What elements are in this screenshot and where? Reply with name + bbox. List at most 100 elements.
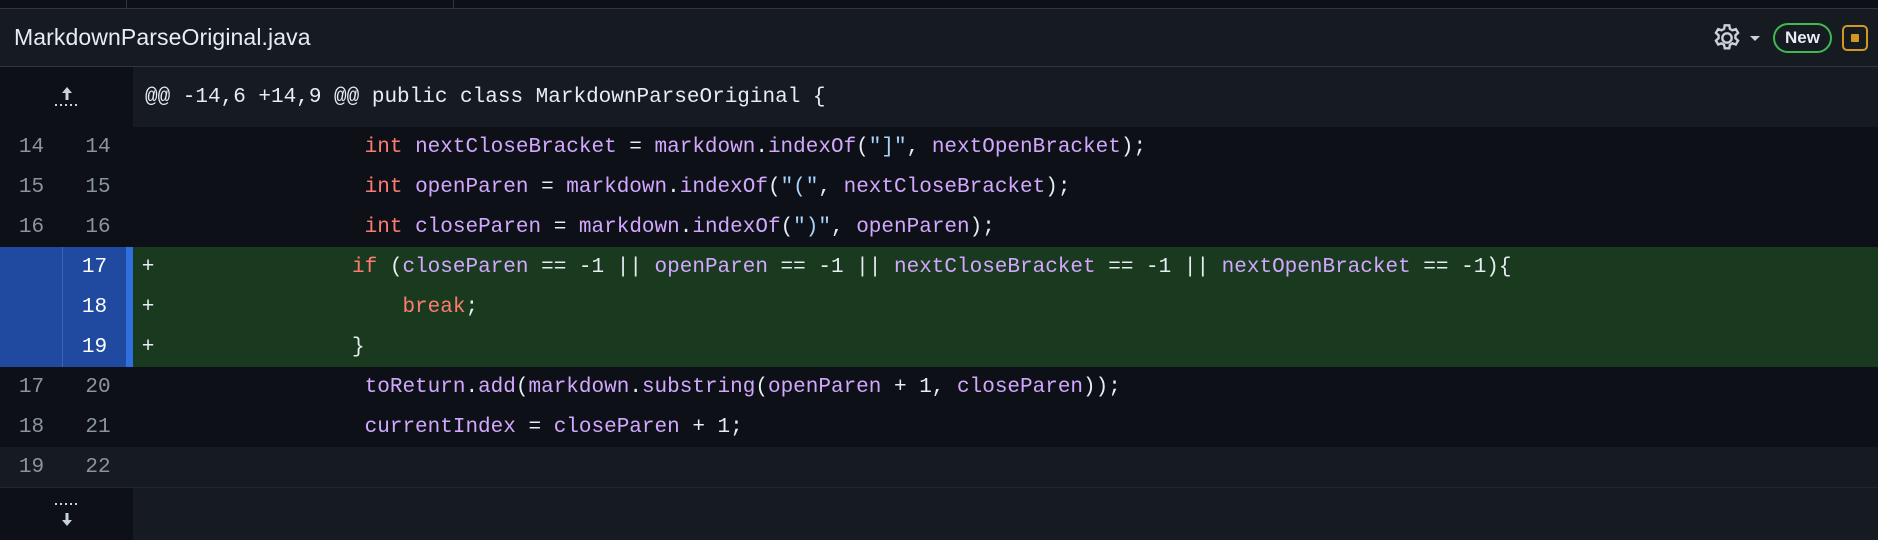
code-line: + break; [133, 287, 1878, 327]
diff-marker [133, 376, 163, 399]
new-line-number[interactable]: 20 [63, 367, 133, 407]
code-token: ; [465, 295, 479, 319]
code-token: = [541, 215, 579, 239]
code-token: if [352, 255, 378, 279]
code-token: nextOpenBracket [931, 135, 1121, 159]
new-line-number[interactable]: 22 [63, 447, 133, 487]
code-token: substring [641, 375, 756, 399]
diff-line-context: 18 21 currentIndex = closeParen + 1; [0, 407, 1878, 447]
hunk-header: @@ -14,6 +14,9 @@ public class MarkdownP… [133, 67, 1878, 127]
expand-down-button[interactable] [0, 486, 133, 540]
code-token: = [616, 135, 655, 159]
code-token: == -1 || [767, 255, 894, 279]
new-line-number[interactable]: 19 [63, 327, 133, 367]
code-token: = [528, 175, 567, 199]
code-token: , [818, 175, 844, 199]
code-token: . [629, 375, 642, 399]
diff-marker [133, 136, 163, 159]
code-token: "(" [780, 175, 819, 199]
code-token: markdown [528, 375, 630, 399]
new-line-number[interactable]: 15 [63, 167, 133, 207]
code-token: == -1 || [528, 255, 655, 279]
new-line-number[interactable]: 21 [63, 407, 133, 447]
new-line-number[interactable]: 14 [63, 127, 133, 167]
review-square-button[interactable] [1842, 24, 1868, 51]
diff-line-added: 19 + } [0, 327, 1878, 367]
code-token: )); [1083, 375, 1121, 399]
diff-line-context: 17 20 toReturn. add(markdown. substring(ope… [0, 367, 1878, 407]
code-token: = [515, 415, 554, 439]
review-square-icon [1851, 33, 1859, 42]
file-name[interactable]: MarkdownParseOriginal.java [14, 24, 1711, 51]
diff-marker [133, 416, 163, 439]
diff-line-context: 16 16 int closeParen = markdown. indexOf("… [0, 207, 1878, 247]
code-token: add [478, 375, 516, 399]
code-token: nextOpenBracket [1221, 255, 1411, 279]
code-token: indexOf [679, 175, 768, 199]
old-line-number[interactable]: 18 [0, 407, 63, 447]
code-token: . [465, 375, 479, 399]
code-token: ")" [793, 215, 831, 239]
code-token: openParen [415, 175, 529, 199]
new-line-number[interactable]: 17 [63, 247, 133, 287]
old-line-number[interactable]: 15 [0, 167, 63, 207]
settings-button[interactable] [1711, 22, 1763, 54]
code-line: + if (closeParen == -1 || openParen == -… [133, 247, 1878, 287]
code-token: ); [1120, 135, 1147, 159]
old-line-number[interactable]: 16 [0, 207, 63, 247]
code-token: indexOf [692, 215, 781, 239]
diff-line-context: 19 22 [0, 447, 1878, 487]
old-line-number[interactable]: 14 [0, 127, 63, 167]
code-line: int nextCloseBracket = markdown. indexOf(… [133, 127, 1878, 167]
code-token: openParen [767, 375, 882, 399]
code-token: . [667, 175, 680, 199]
diff-line-context: 14 14 int nextCloseBracket = markdown. ind… [0, 127, 1878, 167]
old-line-number[interactable] [0, 287, 63, 327]
code-token: openParen [654, 255, 768, 279]
code-token: nextCloseBracket [415, 135, 617, 159]
old-line-number[interactable]: 19 [0, 447, 63, 487]
gear-icon [1714, 23, 1740, 49]
caret-down-icon [1750, 35, 1761, 41]
bottom-filler [133, 486, 1878, 540]
code-line: + } [133, 327, 1878, 367]
code-token: ); [1045, 175, 1071, 199]
expand-up-button[interactable] [0, 67, 133, 127]
code-token: markdown [566, 175, 668, 199]
code-token: nextCloseBracket [843, 175, 1046, 199]
diff-line-added: 17 + if (closeParen == -1 || openParen ==… [0, 247, 1878, 287]
diff-marker [133, 216, 163, 239]
code-token: closeParen [415, 215, 542, 239]
code-token: currentIndex [364, 415, 516, 439]
code-token: } [352, 335, 365, 359]
diff-line-added: 18 + break; [0, 287, 1878, 327]
code-token: . [755, 135, 768, 159]
code-token: ( [767, 175, 781, 199]
old-line-number[interactable] [0, 327, 63, 367]
code-token: ( [856, 135, 869, 159]
new-badge[interactable]: New [1773, 22, 1832, 53]
diff-view: @@ -14,6 +14,9 @@ public class MarkdownP… [0, 67, 1878, 540]
old-line-number[interactable]: 17 [0, 367, 63, 407]
code-token: indexOf [767, 135, 857, 159]
expand-bottom-row [0, 486, 1878, 540]
code-token: ( [515, 375, 529, 399]
code-token: openParen [856, 215, 970, 239]
new-line-number[interactable]: 16 [63, 207, 133, 247]
code-token: == -1){ [1410, 255, 1512, 279]
code-token: ( [377, 255, 403, 279]
code-line: toReturn. add(markdown. substring(openPare… [133, 367, 1878, 407]
diff-marker [133, 176, 163, 199]
new-line-number[interactable]: 18 [63, 287, 133, 327]
diff-marker: + [141, 295, 155, 319]
old-line-number[interactable] [0, 247, 63, 287]
expand-up-icon [54, 87, 79, 106]
